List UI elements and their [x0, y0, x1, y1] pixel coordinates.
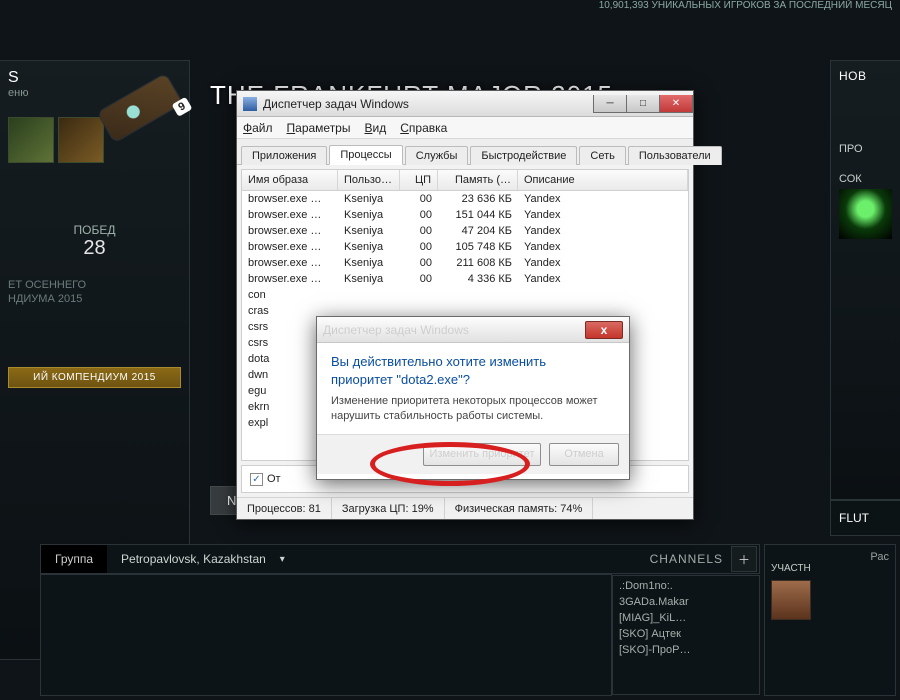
table-row[interactable]: browser.exe …Kseniya0047 204 КБYandex — [242, 223, 688, 239]
dialog-title: Диспетчер задач Windows — [323, 323, 585, 337]
right-chat-panel: Рас УЧАСТН — [764, 544, 896, 696]
hero-portrait[interactable] — [8, 117, 54, 163]
player-count: 10,901,393 — [599, 0, 649, 11]
tab-services[interactable]: Службы — [405, 146, 469, 165]
dialog-subtext: Изменение приоритета некоторых процессов… — [317, 394, 629, 434]
wins-count: 28 — [8, 237, 181, 260]
show-all-label: От — [267, 473, 281, 485]
tab-performance[interactable]: Быстродействие — [470, 146, 577, 165]
news-header: НОВ — [839, 69, 892, 83]
table-row[interactable]: browser.exe …Kseniya00105 748 КБYandex — [242, 239, 688, 255]
right-card[interactable]: ПРО — [839, 143, 892, 155]
statusbar: Процессов: 81 Загрузка ЦП: 19% Физическа… — [237, 497, 693, 519]
menu-help[interactable]: Справка — [400, 121, 447, 135]
channel-item[interactable]: .:Dom1no:. — [619, 578, 753, 594]
channels-label: CHANNELS — [650, 552, 731, 566]
col-desc[interactable]: Описание — [518, 170, 688, 190]
confirm-dialog: Диспетчер задач Windows x Вы действитель… — [316, 316, 630, 480]
dialog-titlebar[interactable]: Диспетчер задач Windows x — [317, 317, 629, 343]
hero-portrait[interactable] — [58, 117, 104, 163]
status-cpu: Загрузка ЦП: 19% — [332, 498, 445, 519]
channel-item[interactable]: 3GADa.Makar — [619, 594, 753, 610]
minimize-button[interactable]: ─ — [593, 95, 627, 113]
status-memory: Физическая память: 74% — [445, 498, 594, 519]
right-card[interactable]: СОК — [839, 173, 892, 239]
chevron-down-icon[interactable]: ▾ — [280, 554, 285, 565]
right-chat-tab[interactable]: Рас — [771, 551, 889, 563]
tab-processes[interactable]: Процессы — [329, 145, 402, 165]
tab-users[interactable]: Пользователи — [628, 146, 722, 165]
table-row[interactable]: con — [242, 287, 688, 303]
dialog-close-button[interactable]: x — [585, 321, 623, 339]
dialog-message: Вы действительно хотите изменить приорит… — [317, 343, 629, 394]
tab-applications[interactable]: Приложения — [241, 146, 327, 165]
close-button[interactable]: ✕ — [659, 95, 693, 113]
chat-location[interactable]: Petropavlovsk, Kazakhstan — [107, 552, 280, 566]
status-processes: Процессов: 81 — [237, 498, 332, 519]
treasure-thumb — [839, 189, 892, 239]
flut-card[interactable]: FLUT — [830, 500, 900, 536]
chat-body[interactable] — [40, 574, 612, 696]
tab-network[interactable]: Сеть — [579, 146, 625, 165]
wins-label: ПОБЕД — [8, 223, 181, 237]
table-row[interactable]: browser.exe …Kseniya0023 636 КБYandex — [242, 191, 688, 207]
window-title: Диспетчер задач Windows — [263, 97, 594, 111]
compendium-badge[interactable]: ИЙ КОМПЕНДИУМ 2015 — [8, 367, 181, 388]
menu-view[interactable]: Вид — [364, 121, 386, 135]
table-row[interactable]: browser.exe …Kseniya00151 044 КБYandex — [242, 207, 688, 223]
channel-item[interactable]: [MIAG]_KiL… — [619, 610, 753, 626]
col-image[interactable]: Имя образа — [242, 170, 338, 190]
menubar: Файл Параметры Вид Справка — [237, 117, 693, 139]
player-label: УНИКАЛЬНЫХ ИГРОКОВ ЗА ПОСЛЕДНИЙ МЕСЯЦ — [652, 0, 892, 11]
add-channel-button[interactable]: ＋ — [731, 546, 757, 572]
table-row[interactable]: browser.exe …Kseniya004 336 КБYandex — [242, 271, 688, 287]
maximize-button[interactable]: □ — [626, 95, 660, 113]
titlebar[interactable]: Диспетчер задач Windows ─ □ ✕ — [237, 91, 693, 117]
col-cpu[interactable]: ЦП — [400, 170, 438, 190]
dialog-button-row: Изменить приоритет Отмена — [317, 434, 629, 474]
table-row[interactable]: browser.exe …Kseniya00211 608 КБYandex — [242, 255, 688, 271]
autumn-compendium-text: ЕТ ОСЕННЕГО НДИУМА 2015 — [8, 278, 181, 307]
col-mem[interactable]: Память (… — [438, 170, 518, 190]
wins-box: ПОБЕД 28 — [8, 223, 181, 260]
channel-list: .:Dom1no:. 3GADa.Makar [MIAG]_KiL… [SKO]… — [612, 575, 760, 695]
taskmgr-icon — [243, 97, 257, 111]
avatar[interactable] — [771, 580, 811, 620]
change-priority-button[interactable]: Изменить приоритет — [423, 443, 541, 466]
menu-file[interactable]: Файл — [243, 121, 273, 135]
participants-header: УЧАСТН — [771, 563, 889, 574]
col-user[interactable]: Пользо… — [338, 170, 400, 190]
right-sidebar: НОВ ПРО СОК — [830, 60, 900, 500]
table-header: Имя образа Пользо… ЦП Память (… Описание — [242, 170, 688, 191]
channel-item[interactable]: [SKO]-ПроР… — [619, 642, 753, 658]
tab-strip: Приложения Процессы Службы Быстродействи… — [237, 139, 693, 165]
channel-item[interactable]: [SKO] Ацтек — [619, 626, 753, 642]
chat-bar: Группа Petropavlovsk, Kazakhstan ▾ CHANN… — [40, 544, 760, 574]
chat-group-tab[interactable]: Группа — [41, 545, 107, 573]
stats-bar: 10,901,393 УНИКАЛЬНЫХ ИГРОКОВ ЗА ПОСЛЕДН… — [0, 0, 900, 12]
menu-options[interactable]: Параметры — [287, 121, 351, 135]
show-all-checkbox[interactable]: ✓ — [250, 473, 263, 486]
cancel-button[interactable]: Отмена — [549, 443, 619, 466]
